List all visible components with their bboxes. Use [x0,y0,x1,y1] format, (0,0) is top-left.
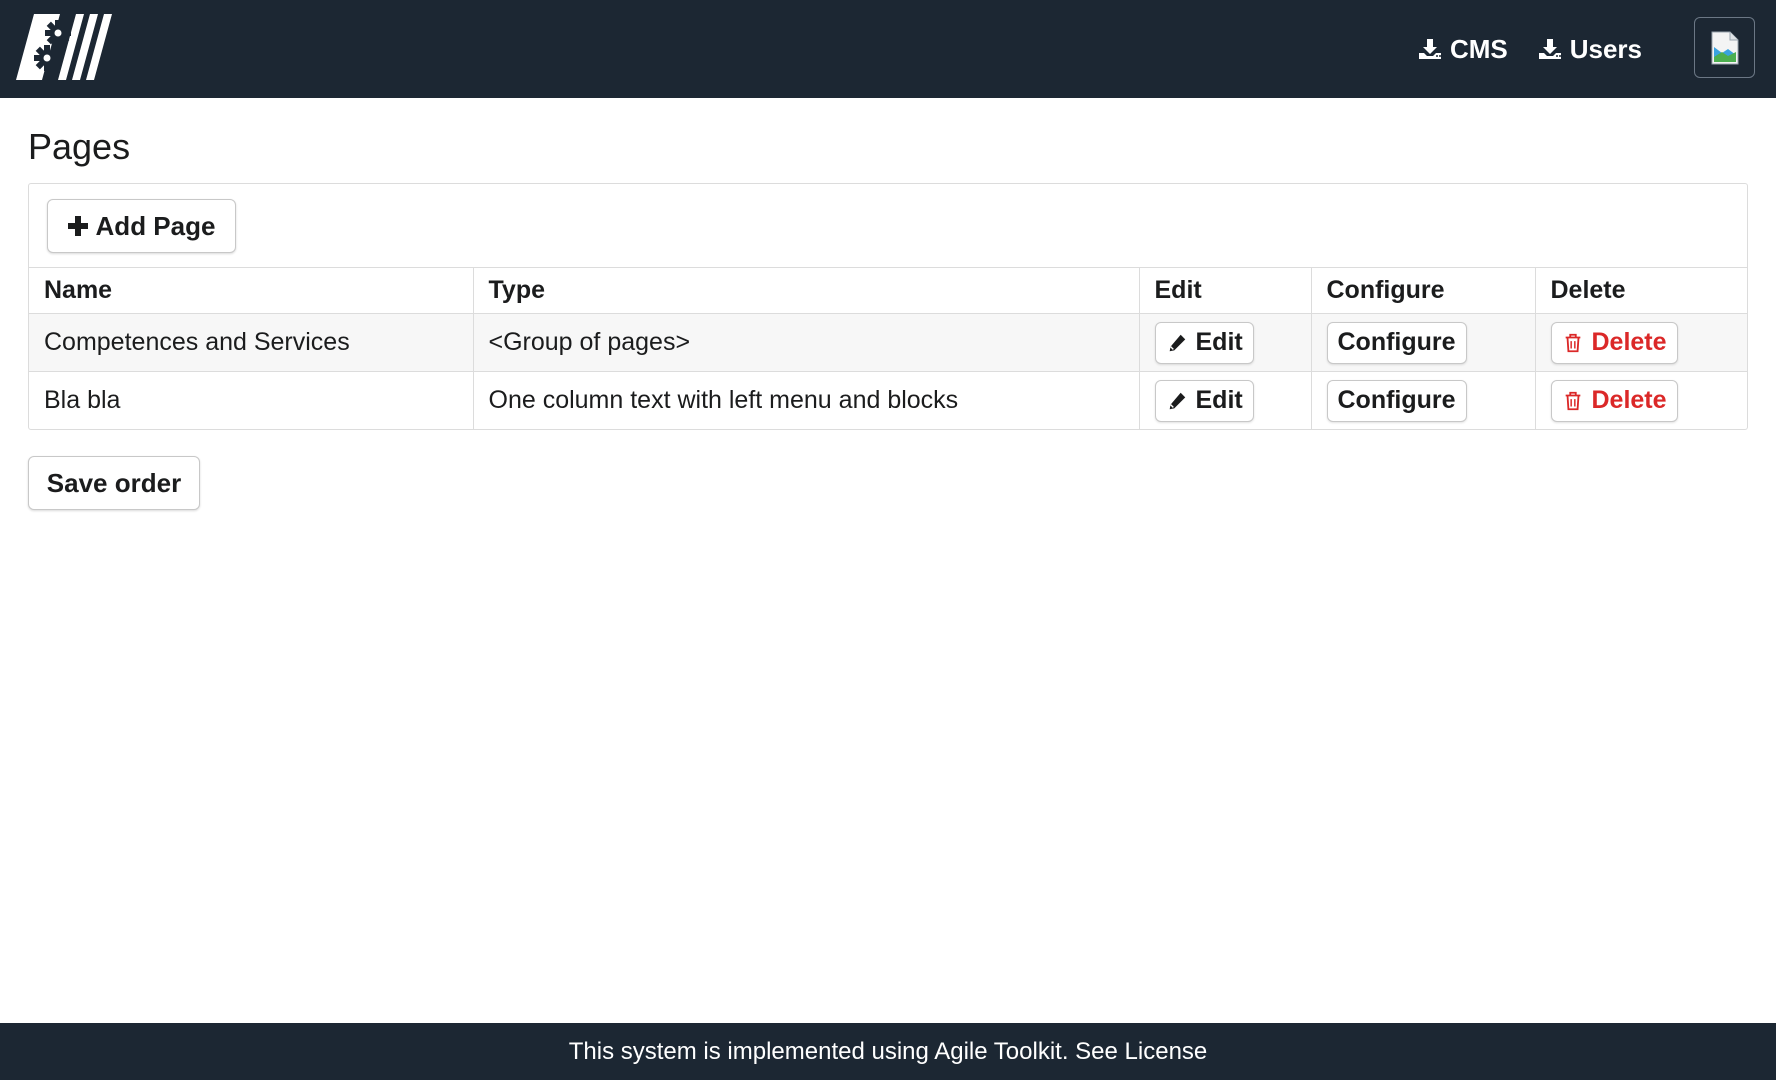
cell-configure: Configure [1311,313,1536,372]
pages-grid: Add Page Name Type Edit Configure Delete… [28,183,1748,430]
trash-icon [1565,391,1580,410]
user-avatar[interactable] [1694,17,1755,78]
logo[interactable] [16,14,112,80]
download-icon [1538,39,1561,59]
configure-button[interactable]: Configure [1326,321,1467,364]
save-order-button[interactable]: Save order [28,456,200,510]
nav-item-label: CMS [1449,33,1508,64]
column-header-delete: Delete [1535,267,1747,314]
gears-logo-icon [16,14,112,80]
table-header-row: Name Type Edit Configure Delete [29,267,1747,314]
table-row[interactable]: Bla bla One column text with left menu a… [29,371,1747,429]
plus-icon [67,216,88,236]
cell-type: One column text with left menu and block… [473,371,1140,429]
delete-button[interactable]: Delete [1550,379,1678,422]
cell-type: <Group of pages> [473,313,1140,372]
cell-delete: Delete [1535,313,1747,372]
column-header-type: Type [473,267,1140,314]
pencil-icon [1169,392,1185,409]
top-nav: CMS Users [1418,0,1642,98]
delete-label: Delete [1591,386,1667,414]
nav-item-cms[interactable]: CMS [1418,34,1508,65]
configure-button[interactable]: Configure [1326,379,1467,422]
pencil-icon [1169,334,1185,351]
edit-button[interactable]: Edit [1154,379,1254,422]
cell-edit: Edit [1139,371,1312,429]
cell-delete: Delete [1535,371,1747,429]
cell-configure: Configure [1311,371,1536,429]
top-bar: CMS Users [0,0,1776,98]
column-header-configure: Configure [1311,267,1536,314]
edit-button[interactable]: Edit [1154,321,1254,364]
nav-item-users[interactable]: Users [1538,34,1642,65]
delete-button[interactable]: Delete [1550,321,1678,364]
cell-name: Bla bla [29,371,474,429]
pages-table: Name Type Edit Configure Delete Competen… [29,267,1747,429]
trash-icon [1565,333,1580,352]
column-header-edit: Edit [1139,267,1312,314]
broken-image-icon [1711,31,1738,64]
edit-label: Edit [1195,328,1243,356]
add-page-label: Add Page [95,210,216,241]
add-page-button[interactable]: Add Page [47,199,236,253]
cell-name: Competences and Services [29,313,474,372]
footer-text: This system is implemented using Agile T… [568,1037,1208,1065]
column-header-name: Name [29,267,474,314]
footer: This system is implemented using Agile T… [0,1023,1776,1080]
download-icon [1418,39,1441,59]
page-title: Pages [28,126,131,167]
delete-label: Delete [1591,328,1667,356]
cell-edit: Edit [1139,313,1312,372]
table-row[interactable]: Competences and Services <Group of pages… [29,313,1747,372]
nav-item-label: Users [1569,33,1642,64]
edit-label: Edit [1195,386,1243,414]
